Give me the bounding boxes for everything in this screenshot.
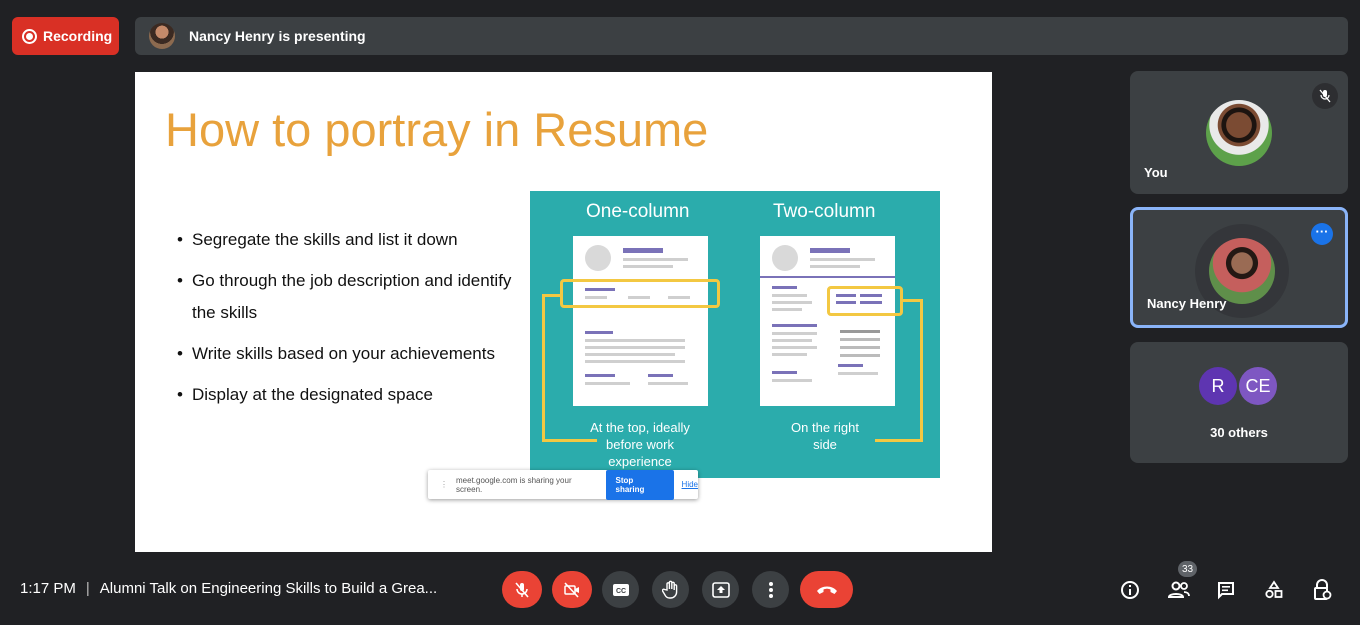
presenter-avatar (149, 23, 175, 49)
people-icon[interactable] (1167, 578, 1191, 602)
present-icon (711, 581, 730, 598)
record-icon (22, 28, 37, 44)
meeting-title: Alumni Talk on Engineering Skills to Bui… (99, 580, 438, 597)
closed-captions-icon: CC (612, 583, 629, 596)
resume-lines-icon (585, 245, 690, 385)
bullet-item: Write skills based on your achievements (177, 338, 517, 370)
chat-icon[interactable] (1214, 578, 1238, 602)
more-vert-icon (768, 581, 773, 598)
one-column-heading: One-column (586, 201, 690, 222)
others-count: 30 others (1210, 425, 1268, 440)
meeting-details-icon[interactable] (1118, 578, 1142, 602)
avatar (1206, 100, 1272, 166)
more-options-icon[interactable]: ··· (1311, 223, 1333, 245)
connector-line (920, 299, 923, 442)
connector-line (875, 439, 923, 442)
mic-off-icon (1312, 83, 1338, 109)
participant-count-badge: 33 (1178, 561, 1197, 577)
clock: 1:17 PM (20, 580, 76, 597)
connector-line (542, 294, 562, 297)
present-screen-button[interactable] (702, 571, 739, 608)
stop-sharing-button[interactable]: Stop sharing (605, 469, 674, 500)
tile-name: Nancy Henry (1147, 296, 1227, 311)
mic-off-icon (515, 581, 529, 598)
drag-handle-icon[interactable]: ⋮ (440, 480, 448, 489)
recording-label: Recording (43, 28, 113, 44)
two-column-resume (760, 236, 895, 406)
leave-call-button[interactable] (800, 571, 853, 608)
share-message: meet.google.com is sharing your screen. (456, 475, 572, 494)
bullet-item: Segregate the skills and list it down (177, 224, 517, 256)
bullet-item: Go through the job description and ident… (177, 265, 517, 329)
screen-share-notice: ⋮ meet.google.com is sharing your screen… (428, 469, 698, 500)
left-caption: At the top, ideally before work experien… (590, 420, 690, 469)
camera-toggle-button[interactable] (552, 571, 592, 608)
raise-hand-button[interactable] (652, 571, 689, 608)
one-column-resume (573, 236, 708, 406)
host-controls-icon[interactable] (1310, 578, 1334, 602)
camera-off-icon (564, 581, 579, 598)
hand-icon (661, 580, 677, 599)
resume-lines-icon (760, 245, 895, 382)
avatar: R (1199, 367, 1237, 405)
tile-presenter[interactable]: ··· Nancy Henry (1130, 207, 1348, 328)
bullet-item: Display at the designated space (177, 379, 517, 411)
more-options-button[interactable] (752, 571, 789, 608)
svg-text:CC: CC (615, 588, 625, 595)
hide-link[interactable]: Hide (682, 480, 698, 489)
mic-toggle-button[interactable] (502, 571, 542, 608)
meeting-info: 1:17 PM | Alumni Talk on Engineering Skill… (20, 580, 438, 597)
highlight-box (560, 279, 720, 308)
avatar: CE (1239, 367, 1277, 405)
hang-up-icon (816, 586, 837, 594)
recording-indicator[interactable]: Recording (12, 17, 119, 55)
tile-name: You (1144, 165, 1168, 180)
tile-you[interactable]: You (1130, 71, 1348, 194)
captions-button[interactable]: CC (602, 571, 639, 608)
highlight-box (827, 286, 903, 316)
avatar (1209, 238, 1275, 304)
tile-others[interactable]: R CE 30 others (1130, 342, 1348, 463)
activities-icon[interactable] (1262, 578, 1286, 602)
right-caption: On the right side (791, 420, 859, 452)
slide-bullets: Segregate the skills and list it down Go… (177, 224, 517, 420)
two-column-heading: Two-column (773, 201, 876, 222)
presenting-text: Nancy Henry is presenting (189, 28, 366, 44)
resume-figure: One-column Two-column At the top, ideall… (530, 191, 940, 478)
presenting-banner: Nancy Henry is presenting (135, 17, 1348, 55)
connector-line (542, 294, 545, 442)
slide-title: How to portray in Resume (165, 103, 709, 156)
